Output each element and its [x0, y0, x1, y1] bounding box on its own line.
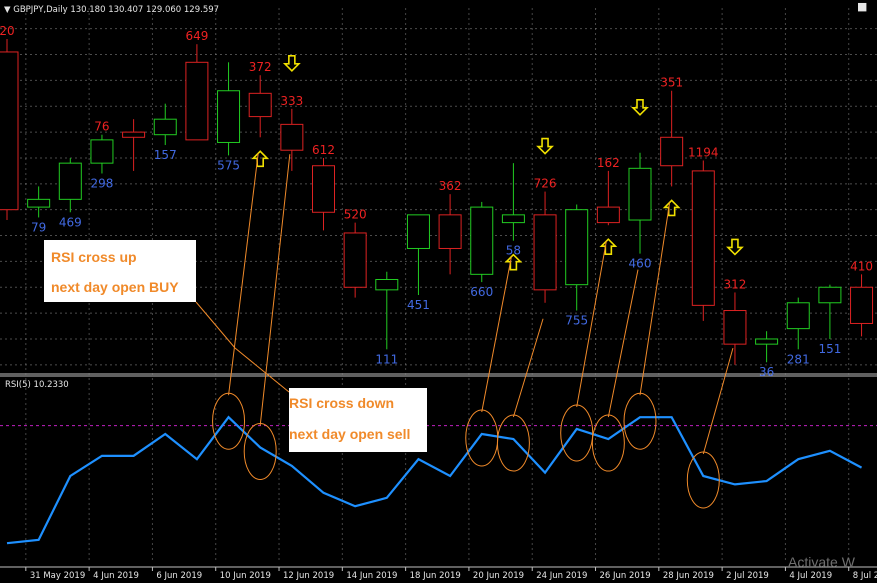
close-icon[interactable]: ■ — [857, 0, 867, 13]
buy-price-label: 755 — [565, 314, 588, 328]
buy-price-label: 575 — [217, 158, 240, 172]
x-tick-label: 10 Jun 2019 — [220, 571, 271, 581]
candle-body — [691, 170, 715, 306]
candle-body — [818, 286, 842, 304]
buy-price-label: 460 — [629, 257, 652, 271]
candle-body — [723, 310, 747, 345]
buy-price-label: 660 — [470, 285, 493, 299]
buy-price-label: 36 — [759, 365, 774, 379]
candle-body — [122, 131, 146, 138]
rsi-indicator-label: RSI(5) 10.2330 — [5, 380, 69, 390]
candle-body — [375, 279, 399, 291]
sell-price-label: 333 — [280, 94, 303, 108]
candle-body — [0, 51, 19, 211]
candle-body — [533, 214, 557, 291]
x-tick-label: 31 May 2019 — [30, 571, 85, 581]
sell-annotation-box: RSI cross down next day open sell — [289, 388, 427, 452]
buy-price-label: 281 — [787, 352, 810, 366]
sell-price-label: 372 — [249, 60, 272, 74]
sell-price-label: 20 — [0, 24, 15, 38]
candle-body — [153, 118, 177, 136]
candle-body — [90, 139, 114, 164]
candle-body — [786, 302, 810, 330]
candle-body — [248, 92, 272, 118]
x-tick-label: 4 Jul 2019 — [789, 571, 832, 581]
buy-price-label: 58 — [506, 244, 521, 258]
candle-body — [660, 136, 684, 167]
sell-price-label: 612 — [312, 143, 335, 157]
candle-body — [501, 214, 525, 224]
buy-price-label: 469 — [59, 215, 82, 229]
x-tick-label: 14 Jun 2019 — [346, 571, 397, 581]
sell-price-label: 1194 — [688, 146, 719, 160]
candle-body — [185, 61, 209, 141]
candle-body — [850, 286, 874, 324]
sell-price-label: 76 — [94, 120, 109, 134]
buy-price-label: 298 — [90, 176, 113, 190]
candle-body — [565, 209, 589, 286]
buy-price-label: 111 — [375, 352, 398, 366]
sell-price-label: 312 — [723, 277, 746, 291]
buy-price-label: 157 — [154, 148, 177, 162]
sell-annotation-line2: next day open sell — [289, 426, 411, 442]
x-tick-label: 28 Jun 2019 — [663, 571, 714, 581]
candle-body — [217, 90, 241, 143]
candle-body — [343, 232, 367, 288]
candle-body — [406, 214, 430, 249]
candle-body — [628, 167, 652, 221]
candle-body — [58, 162, 82, 200]
x-tick-label: 24 Jun 2019 — [536, 571, 587, 581]
buy-annotation-line1: RSI cross up — [51, 249, 137, 265]
candle-body — [596, 206, 620, 224]
buy-price-label: 451 — [407, 298, 430, 312]
sell-price-label: 162 — [597, 156, 620, 170]
buy-price-label: 79 — [31, 220, 46, 234]
candle-body — [470, 206, 494, 275]
sell-annotation-line1: RSI cross down — [289, 395, 395, 411]
candle-body — [755, 338, 779, 345]
symbol-info: GBPJPY,Daily 130.180 130.407 129.060 129… — [13, 5, 220, 15]
x-tick-label: 12 Jun 2019 — [283, 571, 334, 581]
x-tick-label: 6 Jun 2019 — [156, 571, 202, 581]
x-tick-label: 18 Jun 2019 — [410, 571, 461, 581]
activate-windows-watermark: Activate W — [788, 554, 855, 570]
sell-price-label: 726 — [534, 177, 557, 191]
sell-price-label: 649 — [185, 29, 208, 43]
x-tick-label: 20 Jun 2019 — [473, 571, 524, 581]
sell-price-label: 410 — [850, 259, 873, 273]
candle-body — [438, 214, 462, 249]
sell-price-label: 351 — [660, 76, 683, 90]
dropdown-triangle-icon[interactable]: ▼ — [4, 5, 11, 15]
buy-annotation-line2: next day open BUY — [51, 279, 179, 295]
candle-body — [312, 165, 335, 213]
candle-body — [280, 123, 304, 151]
x-tick-label: 4 Jun 2019 — [93, 571, 139, 581]
sell-price-label: 520 — [344, 208, 367, 222]
sell-price-label: 362 — [439, 179, 462, 193]
candle-body — [27, 198, 51, 208]
x-tick-label: 8 Jul 2019 — [853, 571, 877, 581]
buy-annotation-box: RSI cross up next day open BUY — [44, 240, 196, 302]
chart-header: ▼ GBPJPY,Daily 130.180 130.407 129.060 1… — [4, 5, 219, 15]
x-tick-label: 26 Jun 2019 — [600, 571, 651, 581]
x-tick-label: 2 Jul 2019 — [726, 571, 769, 581]
buy-price-label: 151 — [818, 342, 841, 356]
